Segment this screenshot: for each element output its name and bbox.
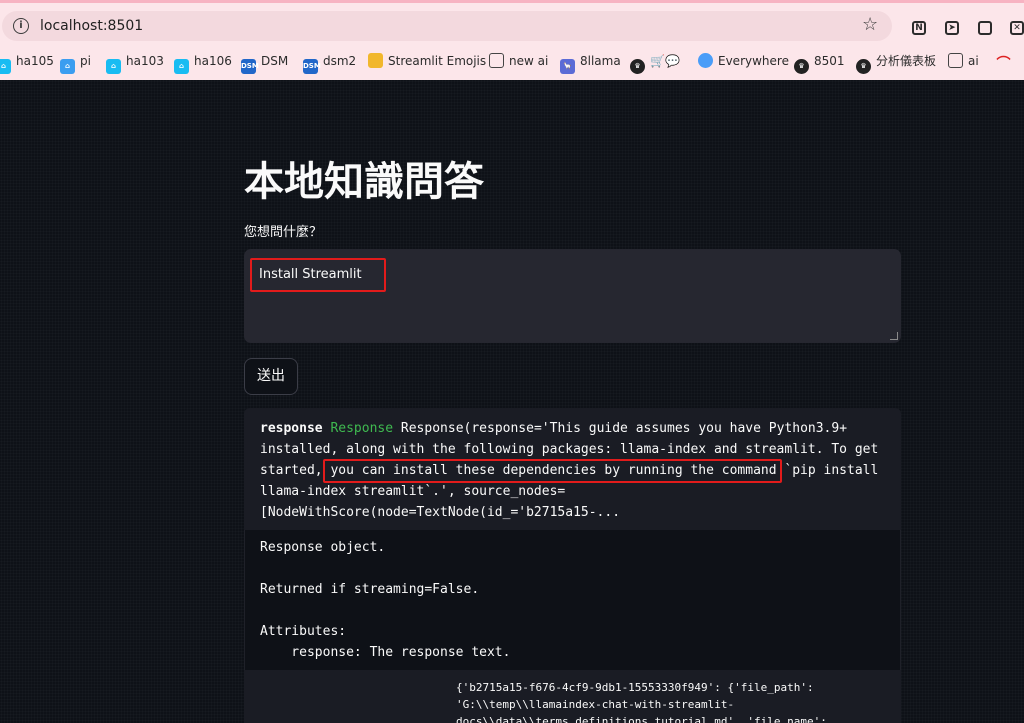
bookmark-8501[interactable]: ♛ 8501: [794, 51, 845, 74]
dict-line: 'G:\\temp\\llamaindex-chat-with-streamli…: [456, 698, 735, 711]
llama-icon: 🦙: [560, 59, 575, 74]
send-extension-icon[interactable]: ➤: [945, 21, 959, 35]
bookmarks-bar: ⌂ ha105 ⌂ pi ⌂ ha103 ⌂ ha106 DSM DSM DSM dsm2 …: [0, 47, 1024, 75]
bookmark-ha103[interactable]: ⌂ ha103: [106, 51, 164, 74]
bookmark-streamlit-emojis[interactable]: Streamlit Emojis: [368, 51, 486, 71]
toolbar: i localhost:8501 ☆ N ➤ ✕: [0, 6, 1024, 44]
docstring-panel: Response object. Returned if streaming=F…: [244, 530, 901, 670]
dsm-icon: DSM: [241, 59, 259, 74]
metadata-text: {'b2715a15-f676-4cf9-9db1-15553330f949':…: [456, 679, 827, 723]
bookmark-dsm2[interactable]: DSM dsm2: [303, 51, 356, 74]
resize-grip-icon[interactable]: [890, 332, 898, 340]
doc-line: response: The response text.: [260, 645, 511, 660]
response-line: Response(response='This guide assumes yo…: [400, 421, 848, 436]
metadata-panel: {'b2715a15-f676-4cf9-9db1-15553330f949':…: [244, 670, 901, 723]
docstring-text: Response object. Returned if streaming=F…: [260, 537, 510, 663]
response-type: Response: [330, 421, 394, 436]
doc-line: Returned if streaming=False.: [260, 582, 480, 597]
chat-icon: [698, 53, 713, 68]
folder-icon: [948, 53, 963, 68]
home-assistant-icon: ⌂: [174, 59, 189, 74]
streamlit-page: 本地知識問答 您想問什麼？ Install Streamlit 送出 respo…: [0, 80, 1024, 723]
home-assistant-icon: ⌂: [0, 59, 11, 74]
bookmark-ha106[interactable]: ⌂ ha106: [174, 51, 232, 74]
response-line: [NodeWithScore(node=TextNode(id_='b2715a…: [260, 505, 621, 520]
bookmark-dsm[interactable]: DSM DSM: [241, 51, 288, 74]
submit-button[interactable]: 送出: [244, 358, 298, 395]
bookmark-overflow[interactable]: ⌒: [996, 51, 1016, 72]
bookmark-8llama[interactable]: 🦙 8llama: [560, 51, 621, 74]
overflow-icon: ⌒: [996, 56, 1011, 72]
bookmark-dashboard[interactable]: ♛ 分析儀表板: [856, 51, 936, 74]
response-line: installed, along with the following pack…: [260, 442, 879, 457]
crown-icon: ♛: [630, 59, 645, 74]
site-info-icon[interactable]: i: [13, 18, 29, 34]
doc-line: Response object.: [260, 540, 386, 555]
dsm-icon: DSM: [303, 59, 321, 74]
response-line: llama-index streamlit`.', source_nodes=: [260, 484, 566, 499]
folder-icon: [489, 53, 504, 68]
bookmark-star-icon[interactable]: ☆: [862, 14, 878, 36]
crown-icon: ♛: [856, 59, 871, 74]
question-label: 您想問什麼？: [244, 225, 323, 240]
close-extension-icon[interactable]: ✕: [1010, 21, 1024, 35]
bookmark-cart-chat[interactable]: ♛ 🛒💬: [630, 51, 680, 74]
highlight-question: [250, 258, 386, 292]
dict-line: docs\\data\\terms_definitions_tutorial.m…: [456, 715, 827, 723]
url-text[interactable]: localhost:8501: [40, 17, 143, 35]
doc-line: Attributes:: [260, 624, 347, 639]
bookmark-everywhere[interactable]: Everywhere: [698, 51, 789, 71]
bookmark-ha105[interactable]: ⌂ ha105: [0, 51, 54, 74]
address-bar[interactable]: i localhost:8501 ☆: [2, 11, 892, 41]
page-title: 本地知識問答: [244, 159, 484, 205]
crown-icon: ♛: [794, 59, 809, 74]
browser-chrome: i localhost:8501 ☆ N ➤ ✕ ⌂ ha105 ⌂ pi ⌂ ha1…: [0, 0, 1024, 80]
folder-icon: [368, 53, 383, 68]
bookmark-ai[interactable]: ai: [948, 51, 979, 71]
notion-extension-icon[interactable]: N: [912, 21, 926, 35]
window-extension-icon[interactable]: [978, 21, 992, 35]
bookmark-new-ai[interactable]: new ai: [489, 51, 548, 71]
highlight-install-command: [323, 459, 782, 483]
home-icon: ⌂: [60, 59, 75, 74]
dict-line: {'b2715a15-f676-4cf9-9db1-15553330f949':…: [456, 681, 814, 694]
home-assistant-icon: ⌂: [106, 59, 121, 74]
response-key: response: [260, 421, 323, 436]
bookmark-pi[interactable]: ⌂ pi: [60, 51, 91, 74]
